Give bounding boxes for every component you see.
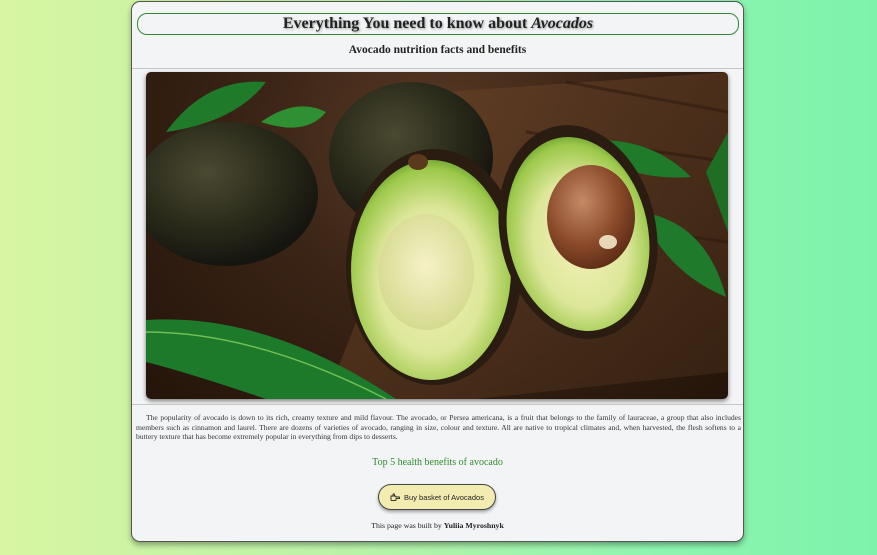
- content-card: Everything You need to know about Avocad…: [131, 1, 744, 542]
- footer-author: Yuliia Myroshnyk: [443, 521, 504, 530]
- mid-divider: [132, 404, 743, 405]
- article-paragraph: The popularity of avocado is down to its…: [136, 413, 741, 442]
- hand-pointing-icon: [390, 493, 401, 501]
- page-subtitle: Avocado nutrition facts and benefits: [348, 44, 527, 56]
- footer-prefix: This page was built by: [371, 521, 444, 530]
- page-footer: This page was built by Yuliia Myroshnyk: [132, 521, 743, 530]
- page-title-emphasis: Avocados: [531, 15, 594, 32]
- buy-button-label: Buy basket of Avocados: [404, 492, 484, 502]
- top-divider: [132, 68, 743, 69]
- page-title-text: Everything You need to know about: [282, 15, 528, 32]
- health-benefits-link[interactable]: Top 5 health benefits of avocado: [132, 457, 743, 468]
- avocado-photo: [146, 72, 728, 399]
- buy-avocados-button[interactable]: Buy basket of Avocados: [378, 484, 496, 510]
- page-title: Everything You need to know about Avocad…: [137, 13, 739, 35]
